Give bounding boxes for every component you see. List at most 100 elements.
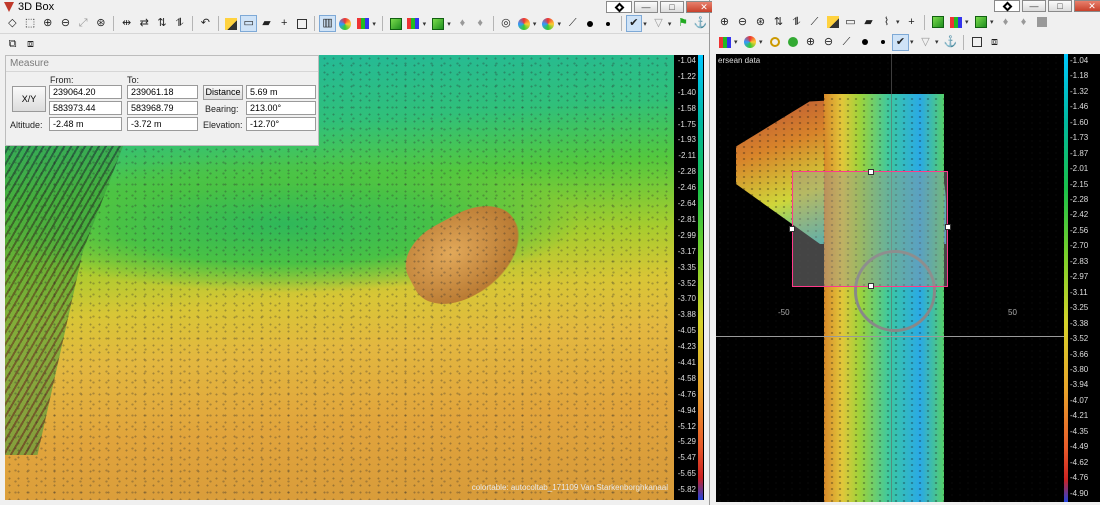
colortable-icon[interactable]: ▥ (319, 15, 336, 32)
right-maximize-button[interactable]: □ (1048, 0, 1072, 12)
to-altitude-field[interactable]: -3.72 m (127, 117, 198, 131)
from-x-field[interactable]: 239064.20 (49, 85, 122, 99)
from-altitude-field[interactable]: -2.48 m (49, 117, 122, 131)
filter-dropdown-icon[interactable]: ▾ (668, 20, 674, 28)
cube-icon[interactable] (387, 15, 404, 32)
point-small-icon[interactable] (600, 15, 617, 32)
right-tilt-icon[interactable]: ⥮ (788, 14, 805, 31)
right-box-icon[interactable] (972, 14, 989, 31)
zoom-out-icon[interactable]: ⊖ (57, 15, 74, 32)
right-yellow-circle-icon[interactable] (766, 34, 783, 51)
layers-icon[interactable] (405, 15, 422, 32)
right-cube-icon[interactable] (929, 14, 946, 31)
zoom-fit-icon[interactable]: ⊛ (93, 15, 110, 32)
zoom-in-icon[interactable]: ⊕ (39, 15, 56, 32)
save-window-icon[interactable]: ⧈ (22, 36, 39, 53)
rgb-wheel-icon[interactable] (540, 15, 557, 32)
flag-icon[interactable]: ⚑ (675, 15, 692, 32)
right-pan-vertical-icon[interactable]: ⇅ (770, 14, 787, 31)
frame-icon[interactable] (294, 15, 311, 32)
right-crosshair-icon[interactable]: + (903, 14, 920, 31)
distance-button[interactable]: Distance (203, 85, 243, 100)
selection-box[interactable] (789, 169, 951, 289)
check-dropdown-icon[interactable]: ▾ (643, 20, 649, 28)
right-anchor-icon[interactable]: ⚓ (942, 34, 959, 51)
layers-dropdown-icon[interactable]: ▾ (423, 20, 429, 28)
pencil-icon[interactable] (223, 15, 240, 32)
xy-button[interactable]: X/Y (12, 86, 46, 112)
point-large-icon[interactable] (582, 15, 599, 32)
pan-drag-icon[interactable]: ⇄ (136, 15, 153, 32)
palette-icon[interactable] (515, 15, 532, 32)
right-lamp-icon[interactable]: ♦ (997, 14, 1014, 31)
tilt-icon[interactable]: ⥮ (171, 15, 188, 32)
box-icon[interactable] (430, 15, 447, 32)
right-stop-icon[interactable] (1033, 14, 1050, 31)
to-y-field[interactable]: 583968.79 (127, 101, 198, 115)
from-y-field[interactable]: 583973.44 (49, 101, 122, 115)
color-mode-dropdown-icon[interactable]: ▾ (372, 20, 378, 28)
maximize-button[interactable]: □ (660, 1, 684, 13)
right-rgb-wheel-dropdown-icon[interactable]: ▾ (759, 38, 765, 46)
crosshair-icon[interactable]: + (276, 15, 293, 32)
right-profile-dropdown-icon[interactable]: ▾ (896, 18, 902, 26)
right-ruler-icon[interactable]: ▭ (842, 14, 859, 31)
right-pencil-icon[interactable] (824, 14, 841, 31)
right-profile-icon[interactable]: ⌇ (878, 14, 895, 31)
right-diag-line-icon[interactable]: ⟋ (838, 34, 855, 51)
shade-icon[interactable] (337, 15, 354, 32)
filter-icon[interactable]: ▽ (650, 15, 667, 32)
right-minimize-button[interactable]: — (1022, 0, 1046, 12)
right-close-button[interactable]: ✕ (1074, 0, 1100, 12)
lamp-icon[interactable]: ♦ (454, 15, 471, 32)
plan-viewport[interactable]: ersean data -50 50 (716, 54, 1064, 502)
camera-icon[interactable]: ▰ (258, 15, 275, 32)
right-check-icon[interactable]: ✔ (892, 33, 909, 51)
selection-handle-left[interactable] (789, 226, 795, 232)
line-icon[interactable]: ⟋ (564, 15, 581, 32)
bearing-field[interactable]: 213.00° (246, 101, 316, 115)
pan-vertical-icon[interactable]: ⇅ (154, 15, 171, 32)
lamp2-icon[interactable]: ♦ (472, 15, 489, 32)
right-frame-icon[interactable] (968, 34, 985, 51)
right-zoom-in-icon[interactable]: ⊕ (716, 14, 733, 31)
right-target-icon[interactable]: ⊕ (802, 34, 819, 51)
distance-field[interactable]: 5.69 m (246, 85, 316, 99)
right-box-dropdown-icon[interactable]: ▾ (990, 18, 996, 26)
right-filter-dropdown-icon[interactable]: ▾ (935, 38, 941, 46)
right-camera-icon[interactable]: ▰ (860, 14, 877, 31)
right-palette-dropdown-icon[interactable]: ▾ (734, 38, 740, 46)
palette-dropdown-icon[interactable]: ▾ (533, 20, 539, 28)
minimize-button[interactable]: — (634, 1, 658, 13)
right-layers-dropdown-icon[interactable]: ▾ (965, 18, 971, 26)
pin-button[interactable] (606, 1, 632, 13)
right-filter-icon[interactable]: ▽ (917, 34, 934, 51)
right-save-window-icon[interactable]: ⧈ (986, 34, 1003, 51)
right-point-large-icon[interactable] (856, 34, 873, 51)
right-layers-icon[interactable] (947, 14, 964, 31)
undo-view-icon[interactable]: ↶ (197, 15, 214, 32)
right-green-dot-icon[interactable] (784, 34, 801, 51)
select-icon[interactable]: ◇ (4, 15, 21, 32)
right-point-small-icon[interactable] (874, 34, 891, 51)
pan-horizontal-icon[interactable]: ⇹ (118, 15, 135, 32)
zoom-extent-icon[interactable]: ⤢ (75, 15, 92, 32)
selection-handle-top[interactable] (868, 169, 874, 175)
color-mode-icon[interactable] (355, 15, 372, 32)
right-check-dropdown-icon[interactable]: ▾ (910, 38, 916, 46)
right-zoom-out-icon[interactable]: ⊖ (734, 14, 751, 31)
selection-handle-bottom[interactable] (868, 283, 874, 289)
check-icon[interactable]: ✔ (625, 15, 643, 32)
right-lamp2-icon[interactable]: ♦ (1015, 14, 1032, 31)
right-minus-circle-icon[interactable]: ⊖ (820, 34, 837, 51)
to-x-field[interactable]: 239061.18 (127, 85, 198, 99)
elevation-field[interactable]: -12.70° (246, 117, 316, 131)
zoom-window-icon[interactable]: ⬚ (22, 15, 39, 32)
copy-window-icon[interactable]: ⧉ (4, 36, 21, 53)
eye-icon[interactable]: ◎ (498, 15, 515, 32)
right-zoom-fit-icon[interactable]: ⊛ (752, 14, 769, 31)
rgb-wheel-dropdown-icon[interactable]: ▾ (558, 20, 564, 28)
anchor-icon[interactable]: ⚓ (692, 15, 709, 32)
box-dropdown-icon[interactable]: ▾ (447, 20, 453, 28)
ruler-icon[interactable]: ▭ (240, 15, 258, 32)
